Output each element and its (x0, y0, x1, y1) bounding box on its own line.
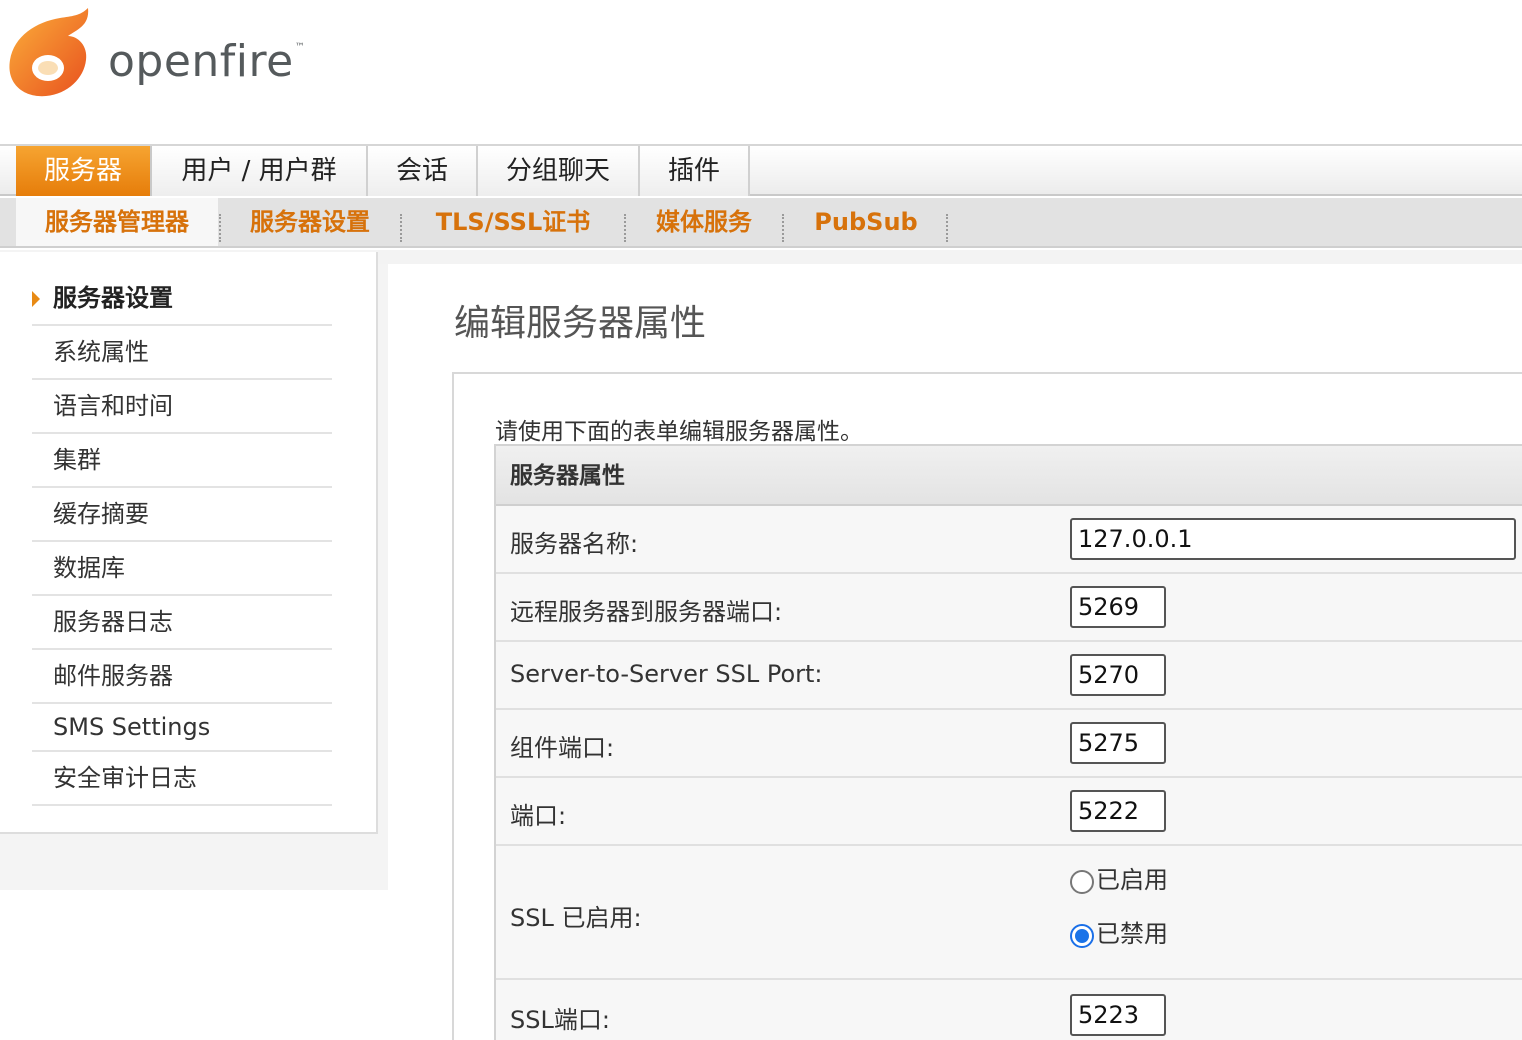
server-name-input[interactable] (1070, 518, 1516, 560)
sidebar-item-cache-summary[interactable]: 缓存摘要 (32, 488, 332, 542)
ssl-enabled-option-label: 已启用 (1096, 866, 1168, 894)
ssl-enabled-label: SSL 已启用: (510, 904, 642, 932)
sidebar-item-language-time[interactable]: 语言和时间 (32, 380, 332, 434)
component-port-label: 组件端口: (510, 734, 615, 762)
sidebar-item-label: 安全审计日志 (53, 764, 197, 792)
server-properties-table: 服务器属性 服务器名称: 远程服务器到服务器端口: Server-to-Serv… (494, 444, 1522, 1040)
sidebar-item-clustering[interactable]: 集群 (32, 434, 332, 488)
header: openfire™ (0, 0, 1522, 144)
sub-tab-media-services[interactable]: 媒体服务 (642, 198, 766, 246)
property-row-ssl-port: SSL端口: (496, 980, 1522, 1040)
sidebar-item-security-audit-log[interactable]: 安全审计日志 (32, 752, 332, 806)
sub-tab-divider (400, 214, 402, 242)
main-tabs: 服务器 用户 / 用户群 会话 分组聊天 插件 (0, 144, 1522, 196)
content-top-strip (378, 250, 1522, 264)
main-tab-server[interactable]: 服务器 (16, 146, 152, 196)
sub-tab-server-settings[interactable]: 服务器设置 (232, 198, 388, 246)
ssl-port-input[interactable] (1070, 994, 1166, 1036)
main-tab-plugins[interactable]: 插件 (640, 146, 750, 196)
sidebar-item-label: 数据库 (53, 554, 125, 582)
sidebar-item-label: SMS Settings (53, 713, 211, 741)
property-row-s2s-port: 远程服务器到服务器端口: (496, 574, 1522, 642)
sidebar-item-label: 邮件服务器 (53, 662, 173, 690)
table-header: 服务器属性 (496, 446, 1522, 506)
s2s-port-input[interactable] (1070, 586, 1166, 628)
radio-button[interactable] (1070, 869, 1094, 894)
sub-tab-tls-ssl[interactable]: TLS/SSL证书 (420, 198, 606, 246)
sidebar-item-label: 系统属性 (53, 338, 149, 366)
brand-name: openfire™ (108, 36, 306, 87)
radio-button-checked[interactable] (1070, 923, 1094, 948)
sub-tab-divider (946, 214, 948, 242)
client-port-input[interactable] (1070, 790, 1166, 832)
component-port-input[interactable] (1070, 722, 1166, 764)
sidebar-background: 服务器设置 系统属性 语言和时间 集群 缓存摘要 数据库 服务器日志 邮件服务器… (0, 250, 388, 890)
sidebar-item-label: 服务器日志 (53, 608, 173, 636)
client-port-label: 端口: (510, 802, 567, 830)
openfire-flame-logo-icon[interactable] (6, 6, 96, 98)
sidebar: 服务器设置 系统属性 语言和时间 集群 缓存摘要 数据库 服务器日志 邮件服务器… (0, 252, 378, 834)
sidebar-item-server-settings[interactable]: 服务器设置 (32, 272, 332, 326)
property-row-ssl-enabled: SSL 已启用: 已启用 已禁用 (496, 846, 1522, 980)
property-row-component-port: 组件端口: (496, 710, 1522, 778)
sidebar-item-label: 语言和时间 (53, 392, 173, 420)
main-tab-users-groups[interactable]: 用户 / 用户群 (152, 146, 368, 196)
s2s-ssl-port-input[interactable] (1070, 654, 1166, 696)
sidebar-item-label: 服务器设置 (53, 284, 173, 312)
main-tab-group-chat[interactable]: 分组聊天 (478, 146, 640, 196)
server-name-label: 服务器名称: (510, 530, 639, 558)
form-intro-text: 请使用下面的表单编辑服务器属性。 (495, 419, 863, 445)
property-row-client-port: 端口: (496, 778, 1522, 846)
s2s-port-label: 远程服务器到服务器端口: (510, 598, 783, 626)
sidebar-item-database[interactable]: 数据库 (32, 542, 332, 596)
sub-tab-server-manager[interactable]: 服务器管理器 (16, 198, 218, 246)
sub-tabs: 服务器管理器 服务器设置 TLS/SSL证书 媒体服务 PubSub (0, 198, 1522, 248)
ssl-disabled-option-label: 已禁用 (1096, 920, 1168, 948)
sub-tab-divider (624, 214, 626, 242)
sidebar-item-sms-settings[interactable]: SMS Settings (32, 704, 332, 752)
sub-tab-divider (782, 214, 784, 242)
sidebar-item-email-server[interactable]: 邮件服务器 (32, 650, 332, 704)
ssl-port-label: SSL端口: (510, 1006, 610, 1034)
sidebar-item-system-properties[interactable]: 系统属性 (32, 326, 332, 380)
ssl-enabled-option[interactable]: 已启用 (1070, 860, 1168, 895)
sidebar-item-server-logs[interactable]: 服务器日志 (32, 596, 332, 650)
sub-tab-pubsub[interactable]: PubSub (800, 198, 932, 246)
sidebar-item-label: 集群 (53, 446, 101, 474)
page-title: 编辑服务器属性 (454, 303, 707, 344)
sub-tab-divider (219, 214, 221, 242)
main-tab-sessions[interactable]: 会话 (368, 146, 478, 196)
sidebar-item-label: 缓存摘要 (53, 500, 149, 528)
s2s-ssl-port-label: Server-to-Server SSL Port: (510, 660, 823, 688)
property-row-s2s-ssl-port: Server-to-Server SSL Port: (496, 642, 1522, 710)
ssl-disabled-option[interactable]: 已禁用 (1070, 914, 1168, 949)
active-arrow-icon (32, 291, 40, 307)
property-row-server-name: 服务器名称: (496, 506, 1522, 574)
